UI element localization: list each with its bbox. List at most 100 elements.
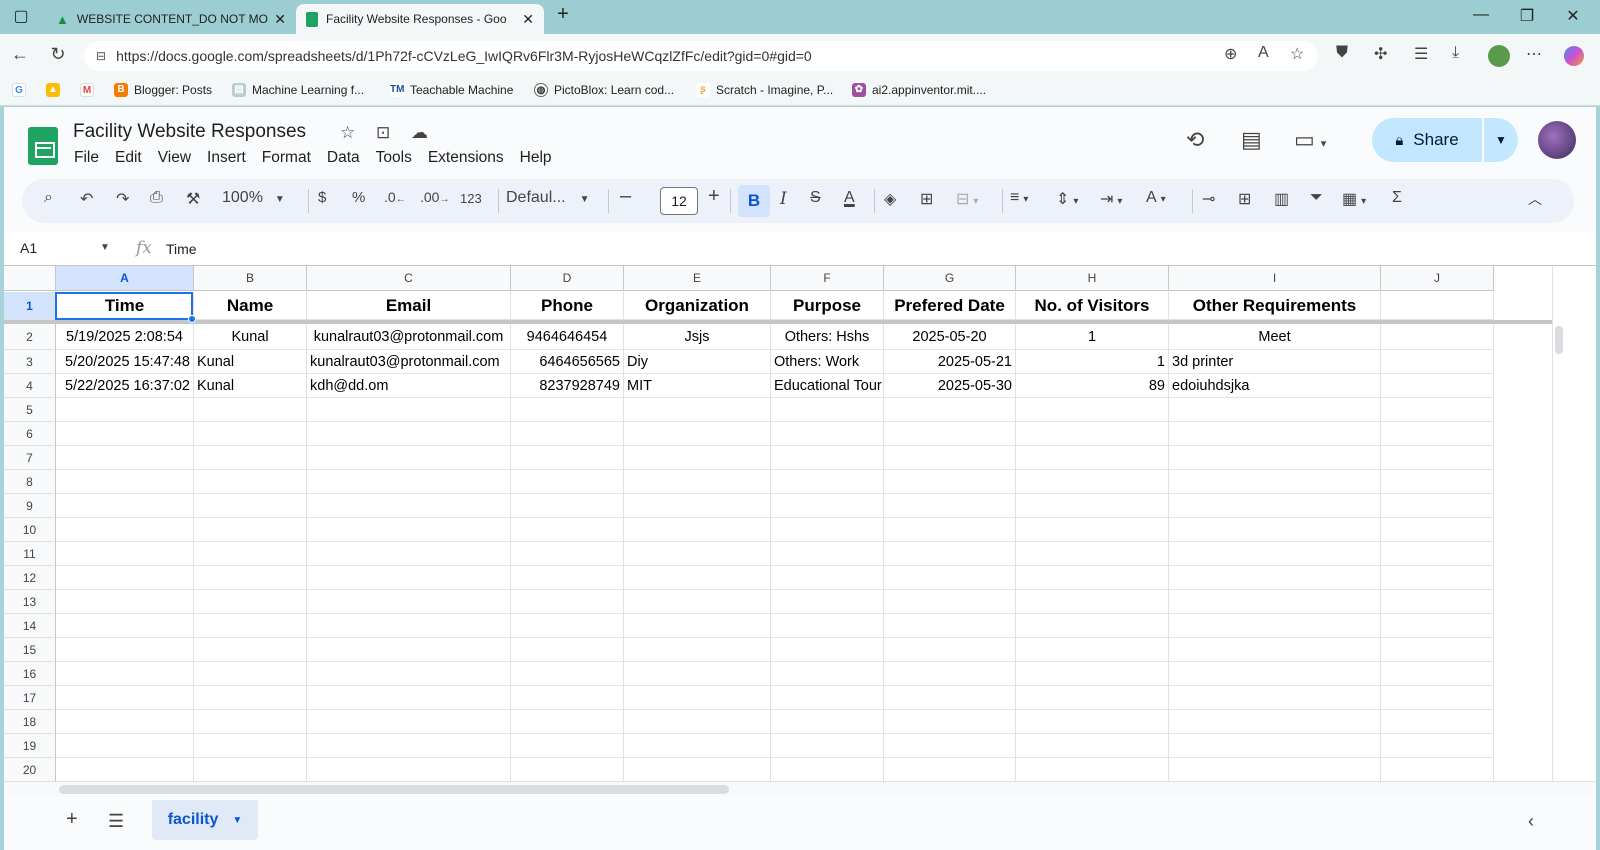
empty-cell[interactable] <box>1381 398 1494 422</box>
share-options-chevron-down-icon[interactable]: ▼ <box>1484 118 1518 162</box>
data-cell[interactable]: Jsjs <box>624 324 771 350</box>
empty-cell[interactable] <box>194 686 307 710</box>
empty-cell[interactable] <box>307 734 511 758</box>
back-icon[interactable]: ← <box>8 44 32 65</box>
frozen-row-divider[interactable] <box>4 320 1552 324</box>
empty-cell[interactable] <box>884 662 1016 686</box>
empty-cell[interactable] <box>511 662 624 686</box>
refresh-icon[interactable]: ↻ <box>46 44 70 65</box>
empty-cell[interactable] <box>771 638 884 662</box>
empty-cell[interactable] <box>1381 470 1494 494</box>
empty-cell[interactable] <box>1381 542 1494 566</box>
empty-cell[interactable] <box>511 446 624 470</box>
row-header-8[interactable]: 8 <box>4 470 56 494</box>
fill-color-icon[interactable]: ◈ <box>884 189 896 209</box>
menu-extensions[interactable]: Extensions <box>428 149 504 167</box>
empty-cell[interactable] <box>624 614 771 638</box>
header-cell[interactable]: Email <box>307 292 511 320</box>
empty-cell[interactable] <box>511 758 624 781</box>
empty-cell[interactable] <box>511 542 624 566</box>
empty-cell[interactable] <box>1016 398 1169 422</box>
empty-cell[interactable] <box>56 614 194 638</box>
empty-cell[interactable] <box>1381 638 1494 662</box>
insert-link-icon[interactable]: ⊸ <box>1202 189 1215 209</box>
increase-font-size-icon[interactable]: + <box>708 185 720 208</box>
downloads-icon[interactable]: ⤓ <box>1452 44 1459 62</box>
row-header-17[interactable]: 17 <box>4 686 56 710</box>
empty-cell[interactable] <box>624 542 771 566</box>
empty-cell[interactable] <box>307 494 511 518</box>
empty-cell[interactable] <box>1381 494 1494 518</box>
data-cell[interactable]: MIT <box>624 374 771 398</box>
empty-cell[interactable] <box>1169 494 1381 518</box>
name-box-chevron-down-icon[interactable]: ▼ <box>100 242 110 253</box>
user-avatar[interactable] <box>1538 121 1576 159</box>
document-title[interactable]: Facility Website Responses <box>73 121 306 143</box>
formula-input[interactable]: Time <box>166 241 197 257</box>
menu-file[interactable]: File <box>74 149 99 167</box>
explore-chevron-left-icon[interactable]: ‹ <box>1528 811 1534 832</box>
read-aloud-icon[interactable]: A <box>1258 44 1269 62</box>
header-cell[interactable]: No. of Visitors <box>1016 292 1169 320</box>
row-header-5[interactable]: 5 <box>4 398 56 422</box>
empty-cell[interactable] <box>1016 542 1169 566</box>
empty-cell[interactable] <box>1016 470 1169 494</box>
column-header-d[interactable]: D <box>511 266 624 291</box>
empty-cell[interactable] <box>771 590 884 614</box>
empty-cell[interactable] <box>1169 542 1381 566</box>
empty-cell[interactable] <box>1016 758 1169 781</box>
empty-cell[interactable] <box>307 446 511 470</box>
borders-icon[interactable]: ⊞ <box>920 189 933 209</box>
empty-cell[interactable] <box>624 686 771 710</box>
empty-cell[interactable] <box>307 518 511 542</box>
empty-cell[interactable] <box>1169 446 1381 470</box>
empty-cell[interactable] <box>1381 374 1494 398</box>
data-cell[interactable]: Kunal <box>194 374 307 398</box>
empty-cell[interactable] <box>1016 566 1169 590</box>
empty-cell[interactable] <box>511 638 624 662</box>
data-cell[interactable]: kunalraut03@protonmail.com <box>307 350 511 374</box>
empty-cell[interactable] <box>194 614 307 638</box>
row-header-4[interactable]: 4 <box>4 374 56 398</box>
empty-cell[interactable] <box>194 638 307 662</box>
data-cell[interactable]: 2025-05-30 <box>884 374 1016 398</box>
empty-cell[interactable] <box>56 542 194 566</box>
column-header-j[interactable]: J <box>1381 266 1494 291</box>
font-size-input[interactable]: 12 <box>660 187 698 215</box>
empty-cell[interactable] <box>624 398 771 422</box>
empty-cell[interactable] <box>771 542 884 566</box>
empty-cell[interactable] <box>624 422 771 446</box>
empty-cell[interactable] <box>56 446 194 470</box>
favorite-star-icon[interactable]: ☆ <box>1290 44 1304 64</box>
empty-cell[interactable] <box>1016 494 1169 518</box>
new-tab-icon[interactable]: + <box>548 3 578 26</box>
empty-cell[interactable] <box>56 470 194 494</box>
close-window-icon[interactable]: ✕ <box>1558 6 1588 26</box>
data-cell[interactable]: Educational Tour <box>771 374 884 398</box>
empty-cell[interactable] <box>1169 398 1381 422</box>
copilot-icon[interactable] <box>1564 46 1584 66</box>
filter-icon[interactable]: ⏷ <box>1310 189 1323 207</box>
empty-cell[interactable] <box>1381 710 1494 734</box>
empty-cell[interactable] <box>56 590 194 614</box>
row-header-15[interactable]: 15 <box>4 638 56 662</box>
empty-cell[interactable] <box>1381 734 1494 758</box>
empty-cell[interactable] <box>194 422 307 446</box>
insert-chart-icon[interactable]: ▥ <box>1274 189 1289 209</box>
empty-cell[interactable] <box>1016 614 1169 638</box>
data-cell[interactable]: 1 <box>1016 324 1169 350</box>
filter-views-icon[interactable]: ▦ ▾ <box>1342 189 1366 209</box>
empty-cell[interactable] <box>1169 614 1381 638</box>
browser-tab-website-content[interactable]: ▲ WEBSITE CONTENT_DO NOT MO ✕ <box>46 4 296 34</box>
empty-cell[interactable] <box>1016 710 1169 734</box>
empty-cell[interactable] <box>771 662 884 686</box>
empty-cell[interactable] <box>1381 422 1494 446</box>
empty-cell[interactable] <box>511 590 624 614</box>
empty-cell[interactable] <box>884 422 1016 446</box>
empty-cell[interactable] <box>511 734 624 758</box>
empty-cell[interactable] <box>1169 422 1381 446</box>
vertical-scroll-thumb[interactable] <box>1555 326 1563 354</box>
row-header-6[interactable]: 6 <box>4 422 56 446</box>
star-icon[interactable]: ☆ <box>340 123 355 142</box>
data-cell[interactable]: 5/22/2025 16:37:02 <box>56 374 194 398</box>
